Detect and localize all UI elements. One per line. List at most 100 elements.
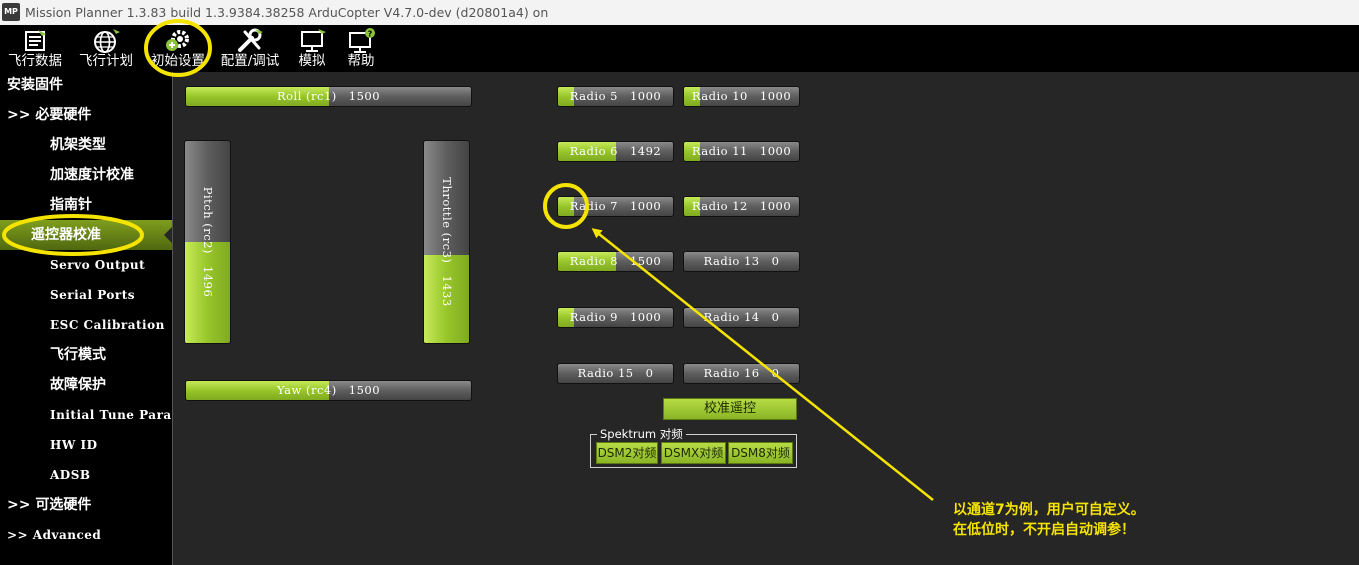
- radio-label: Radio 7: [569, 199, 618, 213]
- mission-planner-window: MP Mission Planner 1.3.83 build 1.3.9384…: [0, 0, 1359, 565]
- radio-label: Radio 14: [703, 310, 760, 324]
- window-title: Mission Planner 1.3.83 build 1.3.9384.38…: [25, 5, 549, 20]
- sidebar-item-label: HW ID: [50, 438, 98, 452]
- radio-label: Radio 8: [569, 254, 618, 268]
- radio-label: Radio 15: [577, 366, 634, 380]
- sidebar-item-label: >> Advanced: [7, 528, 102, 542]
- flight-plan-icon: [94, 29, 120, 53]
- radio-12-text: Radio 12 1000: [684, 197, 799, 216]
- roll-label: Roll (rc1): [276, 89, 337, 103]
- toolbar-flight-data-button[interactable]: 飞行数据: [2, 25, 68, 72]
- simulation-icon: [301, 29, 326, 52]
- sidebar-item-esc-calibration[interactable]: ESC Calibration: [0, 310, 172, 340]
- radio-label: Radio 12: [691, 199, 748, 213]
- radio-11-bar: Radio 11 1000: [683, 141, 800, 162]
- sidebar-item-label: Servo Output: [50, 258, 146, 272]
- sidebar-item-adsb[interactable]: ADSB: [0, 460, 172, 490]
- spektrum-group-title: Spektrum 对频: [597, 427, 686, 441]
- toolbar-label: 帮助: [347, 53, 375, 69]
- radio-label: Radio 9: [569, 310, 618, 324]
- sidebar-item-mandatory-hardware[interactable]: >> 必要硬件: [0, 100, 172, 130]
- throttle-bar: Throttle (rc3) 1433: [423, 140, 470, 344]
- sidebar-item-servo-output[interactable]: Servo Output: [0, 250, 172, 280]
- yaw-label: Yaw (rc4): [276, 383, 337, 397]
- radio-6-text: Radio 6 1492: [558, 142, 673, 161]
- toolbar-flight-plan-button[interactable]: 飞行计划: [73, 25, 139, 72]
- yaw-bar: Yaw (rc4) 1500: [185, 380, 472, 401]
- sidebar-item-install-firmware[interactable]: 安装固件: [0, 70, 172, 100]
- radio-label: Radio 6: [569, 144, 618, 158]
- calibrate-radio-button[interactable]: 校准遥控: [663, 398, 797, 420]
- sidebar-item-label: >> 必要硬件: [7, 107, 92, 123]
- sidebar-item-advanced[interactable]: >> Advanced: [0, 520, 172, 550]
- radio-label: Radio 10: [691, 89, 748, 103]
- sidebar-item-hw-id[interactable]: HW ID: [0, 430, 172, 460]
- radio-value: 1500: [629, 254, 662, 268]
- radio-13-bar: Radio 13 0: [683, 251, 800, 272]
- toolbar-label: 配置/调试: [220, 53, 280, 69]
- config-tuning-icon: [238, 28, 263, 52]
- radio-label: Radio 13: [703, 254, 760, 268]
- sidebar-item-frame-type[interactable]: 机架类型: [0, 130, 172, 160]
- roll-value: 1500: [348, 89, 381, 103]
- radio-8-bar: Radio 8 1500: [557, 251, 674, 272]
- sidebar-item-compass[interactable]: 指南针: [0, 190, 172, 220]
- app-logo-icon: MP: [2, 3, 20, 21]
- radio-value: 0: [771, 366, 780, 380]
- toolbar-label: 初始设置: [151, 53, 205, 69]
- roll-bar-text: Roll (rc1) 1500: [186, 87, 471, 106]
- sidebar-item-serial-ports[interactable]: Serial Ports: [0, 280, 172, 310]
- radio-11-text: Radio 11 1000: [684, 142, 799, 161]
- sidebar-item-radio-calibration[interactable]: 遥控器校准: [0, 220, 172, 250]
- radio-14-bar: Radio 14 0: [683, 307, 800, 328]
- radio-15-text: Radio 15 0: [558, 364, 673, 383]
- toolbar-help-button[interactable]: ? 帮助: [338, 25, 384, 72]
- sidebar-item-failsafe[interactable]: 故障保护: [0, 370, 172, 400]
- dsmx-bind-button[interactable]: DSMX对频: [661, 442, 726, 464]
- radio-16-bar: Radio 16 0: [683, 363, 800, 384]
- toolbar-label: 飞行数据: [8, 53, 62, 69]
- toolbar-initial-setup-button[interactable]: 初始设置: [144, 25, 212, 72]
- radio-value: 1000: [629, 199, 662, 213]
- annotation-note-line-1: 以通道7为例，用户可自定义。: [953, 502, 1145, 518]
- sidebar-item-label: >> 可选硬件: [7, 497, 92, 513]
- radio-value: 0: [771, 310, 780, 324]
- sidebar-item-label: 机架类型: [50, 137, 106, 153]
- radio-8-text: Radio 8 1500: [558, 252, 673, 271]
- toolbar-simulation-button[interactable]: 模拟: [288, 25, 336, 72]
- radio-value: 1000: [759, 144, 792, 158]
- radio-13-text: Radio 13 0: [684, 252, 799, 271]
- radio-7-bar: Radio 7 1000: [557, 196, 674, 217]
- sidebar-item-label: 加速度计校准: [50, 167, 134, 183]
- radio-9-text: Radio 9 1000: [558, 308, 673, 327]
- radio-value: 1000: [629, 310, 662, 324]
- sidebar-item-label: Initial Tune Parameters: [50, 408, 172, 422]
- toolbar-label: 模拟: [298, 53, 326, 69]
- dsm8-bind-button[interactable]: DSM8对频: [728, 442, 793, 464]
- radio-7-text: Radio 7 1000: [558, 197, 673, 216]
- sidebar-divider: [172, 72, 173, 565]
- sidebar-item-optional-hardware[interactable]: >> 可选硬件: [0, 490, 172, 520]
- radio-15-bar: Radio 15 0: [557, 363, 674, 384]
- sidebar-item-label: 故障保护: [50, 377, 106, 393]
- sidebar-item-accel-calibration[interactable]: 加速度计校准: [0, 160, 172, 190]
- radio-16-text: Radio 16 0: [684, 364, 799, 383]
- sidebar-item-flight-modes[interactable]: 飞行模式: [0, 340, 172, 370]
- throttle-value: 1433: [439, 275, 454, 307]
- title-bar: MP Mission Planner 1.3.83 build 1.3.9384…: [0, 0, 1359, 25]
- sidebar-item-label: 飞行模式: [50, 347, 106, 363]
- pitch-bar-text: Pitch (rc2) 1496: [201, 187, 215, 298]
- radio-5-bar: Radio 5 1000: [557, 86, 674, 107]
- dsm2-bind-button[interactable]: DSM2对频: [596, 442, 658, 464]
- radio-label: Radio 16: [703, 366, 760, 380]
- sidebar-item-label: 安装固件: [7, 77, 63, 93]
- sidebar-item-label: ADSB: [50, 468, 91, 482]
- toolbar-label: 飞行计划: [79, 53, 133, 69]
- pitch-value: 1496: [200, 266, 215, 298]
- svg-text:?: ?: [368, 30, 373, 39]
- toolbar-config-tuning-button[interactable]: 配置/调试: [216, 25, 284, 72]
- pitch-label: Pitch (rc2): [200, 186, 215, 254]
- sidebar-item-initial-tune-parameters[interactable]: Initial Tune Parameters: [0, 400, 172, 430]
- sidebar-item-label: 指南针: [50, 197, 92, 213]
- main-toolbar: 飞行数据 飞行计划 初始设置 配置/调试 模拟 ? 帮助: [0, 25, 1359, 72]
